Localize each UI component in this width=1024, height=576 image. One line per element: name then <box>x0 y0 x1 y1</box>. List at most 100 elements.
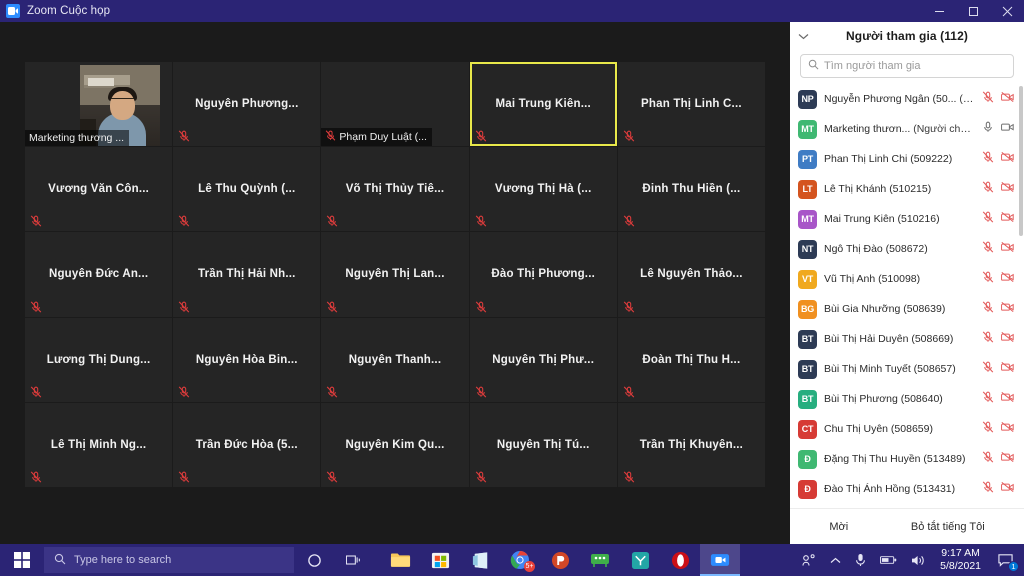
zoom-app-icon[interactable] <box>700 544 740 576</box>
video-tile[interactable]: Nguyễn Thị Lan... <box>321 232 469 317</box>
video-tile[interactable]: Trần Thị Hải Nh... <box>173 232 321 317</box>
video-tile[interactable]: Nguyễn Thị Phư... <box>469 317 617 402</box>
participant-row[interactable]: BT Bùi Thị Minh Tuyết (508657) <box>790 354 1024 384</box>
participants-scrollbar[interactable] <box>1019 86 1023 236</box>
chevron-down-icon[interactable] <box>798 27 809 45</box>
volume-icon[interactable] <box>904 544 932 576</box>
chevron-up-icon[interactable] <box>823 544 848 576</box>
mic-muted-icon[interactable] <box>982 180 994 198</box>
browser-icon[interactable]: 5+ <box>500 544 540 576</box>
mic-muted-icon[interactable] <box>982 300 994 318</box>
camera-off-icon[interactable] <box>1001 480 1014 498</box>
camera-off-icon[interactable] <box>1001 360 1014 378</box>
mic-muted-icon[interactable] <box>982 360 994 378</box>
powerpoint-icon[interactable] <box>540 544 580 576</box>
green-app-icon[interactable] <box>580 544 620 576</box>
participant-row[interactable]: BT Bùi Thị Hải Duyên (508669) <box>790 324 1024 354</box>
mic-muted-icon[interactable] <box>982 270 994 288</box>
video-tile[interactable]: Lê Thị Minh Ng... <box>25 402 173 487</box>
video-tile[interactable]: Nguyễn Kim Qu... <box>321 402 469 487</box>
camera-off-icon[interactable] <box>1001 330 1014 348</box>
file-explorer-icon[interactable] <box>380 544 420 576</box>
unmute-me-button[interactable]: Bỏ tắt tiếng Tôi <box>901 517 995 537</box>
camera-off-icon[interactable] <box>1001 180 1014 198</box>
video-tile[interactable]: Đinh Thu Hiền (... <box>617 147 765 232</box>
minimize-button[interactable] <box>922 0 956 22</box>
participant-row[interactable]: LT Lê Thị Khánh (510215) <box>790 174 1024 204</box>
video-tile[interactable]: Trần Thị Khuyên... <box>617 402 765 487</box>
mic-on-icon[interactable] <box>982 120 994 138</box>
taskbar-search-box[interactable]: Type here to search <box>44 547 294 573</box>
video-tile[interactable]: Đào Thị Phương... <box>469 232 617 317</box>
video-tile[interactable]: Võ Thị Thủy Tiê... <box>321 147 469 232</box>
video-tile[interactable]: Vương Văn Côn... <box>25 147 173 232</box>
participant-row[interactable]: NT Ngô Thị Đào (508672) <box>790 234 1024 264</box>
mic-muted-icon[interactable] <box>982 480 994 498</box>
participant-row[interactable]: CT Chu Thị Uyên (508659) <box>790 414 1024 444</box>
participant-row[interactable]: MT Marketing thươn... (Người chủ trì) <box>790 114 1024 144</box>
participant-row[interactable]: BT Bùi Thị Phương (508640) <box>790 384 1024 414</box>
camera-off-icon[interactable] <box>1001 210 1014 228</box>
cortana-icon[interactable] <box>294 544 334 576</box>
camera-on-icon[interactable] <box>1001 120 1014 138</box>
video-tile[interactable]: Nguyễn Phương... <box>173 62 321 147</box>
participant-row[interactable]: Đ Đào Thị Ánh Hồng (513431) <box>790 474 1024 504</box>
video-tile[interactable]: Vương Thị Hà (... <box>469 147 617 232</box>
windows-start-icon[interactable] <box>0 544 44 576</box>
participant-row[interactable]: PT Phan Thị Linh Chi (509222) <box>790 144 1024 174</box>
camera-off-icon[interactable] <box>1001 420 1014 438</box>
camera-off-icon[interactable] <box>1001 270 1014 288</box>
mic-muted-icon[interactable] <box>982 90 994 108</box>
notification-icon[interactable]: 1 <box>989 544 1022 576</box>
avatar: LT <box>798 179 817 199</box>
taskbar-clock[interactable]: 9:17 AM 5/8/2021 <box>932 544 989 576</box>
mic-muted-icon[interactable] <box>982 450 994 468</box>
video-tile[interactable]: Đoàn Thị Thu H... <box>617 317 765 402</box>
video-tile[interactable]: Lê Nguyễn Thảo... <box>617 232 765 317</box>
video-tile[interactable]: Nguyễn Hòa Bin... <box>173 317 321 402</box>
camera-off-icon[interactable] <box>1001 450 1014 468</box>
mic-muted-icon[interactable] <box>982 330 994 348</box>
video-tile[interactable]: Marketing thương ... <box>25 62 173 147</box>
video-tile[interactable]: Nguyễn Đức An... <box>25 232 173 317</box>
mic-muted-icon[interactable] <box>982 210 994 228</box>
participant-search-box[interactable] <box>800 54 1014 78</box>
video-tile[interactable]: Phan Thị Linh C... <box>617 62 765 147</box>
participant-row[interactable]: MT Mai Trung Kiên (510216) <box>790 204 1024 234</box>
window-title: Zoom Cuộc họp <box>27 5 111 17</box>
teal-app-icon[interactable] <box>620 544 660 576</box>
mic-muted-icon[interactable] <box>982 150 994 168</box>
video-tile[interactable]: Trần Đức Hòa (5... <box>173 402 321 487</box>
video-tile[interactable]: Mai Trung Kiên... <box>469 62 617 147</box>
participant-name-text: Lê Thị Khánh (510215) <box>824 183 932 195</box>
video-tile[interactable]: Lê Thu Quỳnh (... <box>173 147 321 232</box>
camera-off-icon[interactable] <box>1001 150 1014 168</box>
close-button[interactable] <box>990 0 1024 22</box>
participant-row[interactable]: VT Vũ Thị Anh (510098) <box>790 264 1024 294</box>
maximize-button[interactable] <box>956 0 990 22</box>
microphone-icon[interactable] <box>848 544 873 576</box>
camera-off-icon[interactable] <box>1001 90 1014 108</box>
participants-list[interactable]: NP Nguyễn Phương Ngân (50... (Tôi) MT Marke… <box>790 84 1024 508</box>
mic-muted-icon[interactable] <box>982 420 994 438</box>
battery-icon[interactable] <box>873 544 904 576</box>
video-tile[interactable]: Phạm Duy Luật (... <box>321 62 469 147</box>
opera-icon[interactable] <box>660 544 700 576</box>
video-tile[interactable]: Lương Thị Dung... <box>25 317 173 402</box>
camera-off-icon[interactable] <box>1001 300 1014 318</box>
task-view-icon[interactable] <box>334 544 374 576</box>
people-share-icon[interactable] <box>795 544 823 576</box>
participant-row[interactable]: NP Nguyễn Phương Ngân (50... (Tôi) <box>790 84 1024 114</box>
onenote-icon[interactable] <box>460 544 500 576</box>
participant-row[interactable]: Đ Đặng Thị Thu Huyền (513489) <box>790 444 1024 474</box>
microsoft-store-icon[interactable] <box>420 544 460 576</box>
mic-muted-icon[interactable] <box>982 240 994 258</box>
invite-button[interactable]: Mời <box>819 517 858 537</box>
camera-off-icon[interactable] <box>1001 390 1014 408</box>
participant-row[interactable]: BG Bùi Gia Nhưỡng (508639) <box>790 294 1024 324</box>
video-tile[interactable]: Nguyễn Thị Tú... <box>469 402 617 487</box>
search-input[interactable] <box>824 60 1006 72</box>
video-tile[interactable]: Nguyễn Thanh... <box>321 317 469 402</box>
mic-muted-icon[interactable] <box>982 390 994 408</box>
camera-off-icon[interactable] <box>1001 240 1014 258</box>
